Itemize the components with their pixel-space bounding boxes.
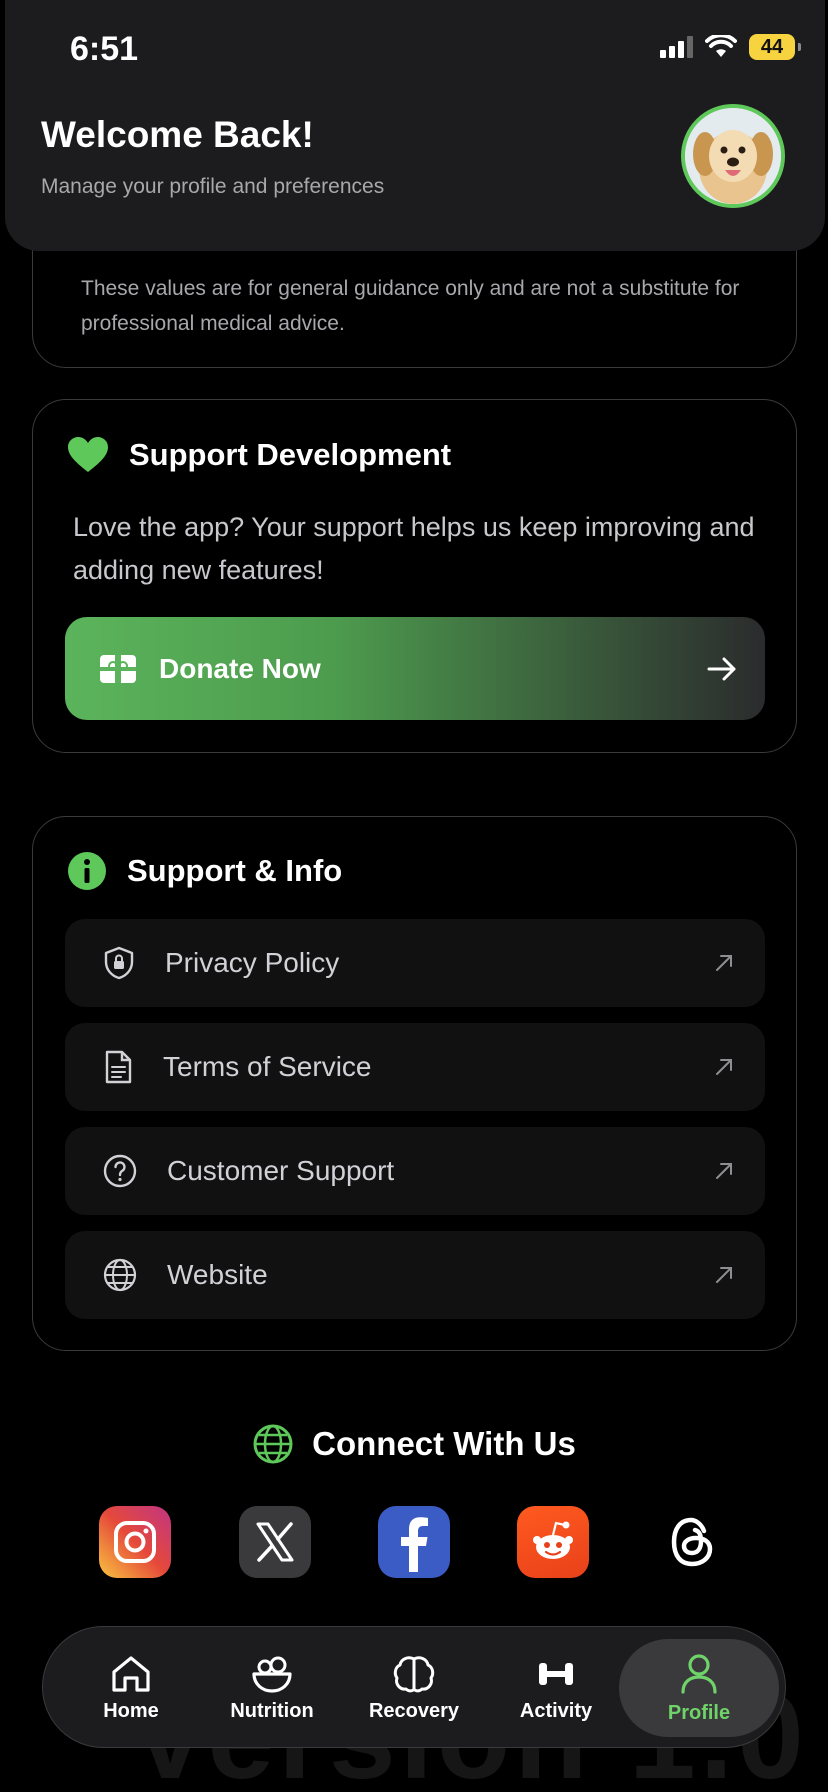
bottom-tab-bar: Home Nutrition Recovery Activity Profile [42, 1626, 786, 1748]
home-icon [112, 1655, 150, 1692]
website-item[interactable]: Website [65, 1231, 765, 1319]
heart-icon [68, 437, 108, 472]
privacy-policy-item[interactable]: Privacy Policy [65, 919, 765, 1007]
tab-label: Activity [519, 1699, 593, 1722]
page-subtitle: Manage your profile and preferences [41, 175, 385, 198]
instagram-icon[interactable] [99, 1506, 171, 1578]
status-time: 6:51 [70, 30, 139, 68]
avatar[interactable] [681, 104, 785, 208]
support-development-description: Love the app? Your support helps us keep… [73, 512, 755, 585]
tab-activity[interactable]: Activity [486, 1639, 626, 1737]
wifi-icon [705, 35, 737, 57]
donate-now-button[interactable]: Donate Now [65, 617, 765, 720]
external-link-arrow-icon [716, 1059, 732, 1075]
cellular-signal-icon [660, 36, 693, 58]
status-icons: 44 [660, 34, 801, 60]
document-icon [105, 1050, 132, 1084]
tab-profile[interactable]: Profile [619, 1639, 779, 1737]
battery-indicator: 44 [749, 34, 801, 60]
facebook-icon[interactable] [378, 1506, 450, 1578]
gift-icon [100, 654, 136, 683]
disclaimer-text: These values are for general guidance on… [81, 277, 740, 335]
reddit-icon[interactable] [517, 1506, 589, 1578]
terms-of-service-label: Terms of Service [163, 1051, 372, 1082]
globe-icon [103, 1258, 137, 1292]
connect-header: Connect With Us [0, 1423, 828, 1465]
globe-icon [253, 1424, 293, 1464]
customer-support-item[interactable]: Customer Support [65, 1127, 765, 1215]
threads-icon[interactable] [657, 1506, 729, 1578]
support-development-title: Support Development [129, 437, 452, 472]
shield-lock-icon [104, 946, 134, 980]
external-link-arrow-icon [716, 1163, 732, 1179]
question-circle-icon [103, 1154, 137, 1188]
tab-nutrition[interactable]: Nutrition [202, 1639, 342, 1737]
support-info-title: Support & Info [127, 853, 343, 888]
arrow-right-icon [707, 657, 736, 680]
x-icon[interactable] [239, 1506, 311, 1578]
website-label: Website [167, 1259, 268, 1290]
tab-label: Nutrition [230, 1699, 314, 1722]
tab-recovery[interactable]: Recovery [344, 1639, 484, 1737]
terms-of-service-item[interactable]: Terms of Service [65, 1023, 765, 1111]
connect-title: Connect With Us [312, 1425, 576, 1462]
support-info-card: Support & Info Privacy Policy Terms of S… [32, 816, 797, 1351]
customer-support-label: Customer Support [167, 1155, 395, 1186]
donate-now-label: Donate Now [159, 652, 321, 684]
external-link-arrow-icon [716, 1267, 732, 1283]
support-info-header: Support & Info [67, 851, 342, 891]
tab-label: Recovery [368, 1699, 460, 1722]
brain-icon [393, 1655, 435, 1692]
privacy-policy-label: Privacy Policy [165, 947, 340, 978]
support-development-header: Support Development [67, 436, 451, 474]
tab-home[interactable]: Home [61, 1639, 201, 1737]
external-link-arrow-icon [716, 955, 732, 971]
info-icon [68, 852, 106, 890]
page-title: Welcome Back! [41, 114, 314, 155]
support-development-card: Support Development Love the app? Your s… [32, 399, 797, 753]
person-icon [681, 1653, 717, 1694]
profile-header: 6:51 44 Welcome Back! Manage your profil… [5, 0, 825, 251]
tab-label: Home [103, 1699, 159, 1722]
dog-avatar-image [685, 108, 781, 204]
salad-bowl-icon [252, 1656, 292, 1693]
dumbbell-icon [539, 1662, 573, 1685]
tab-label: Profile [667, 1701, 731, 1724]
